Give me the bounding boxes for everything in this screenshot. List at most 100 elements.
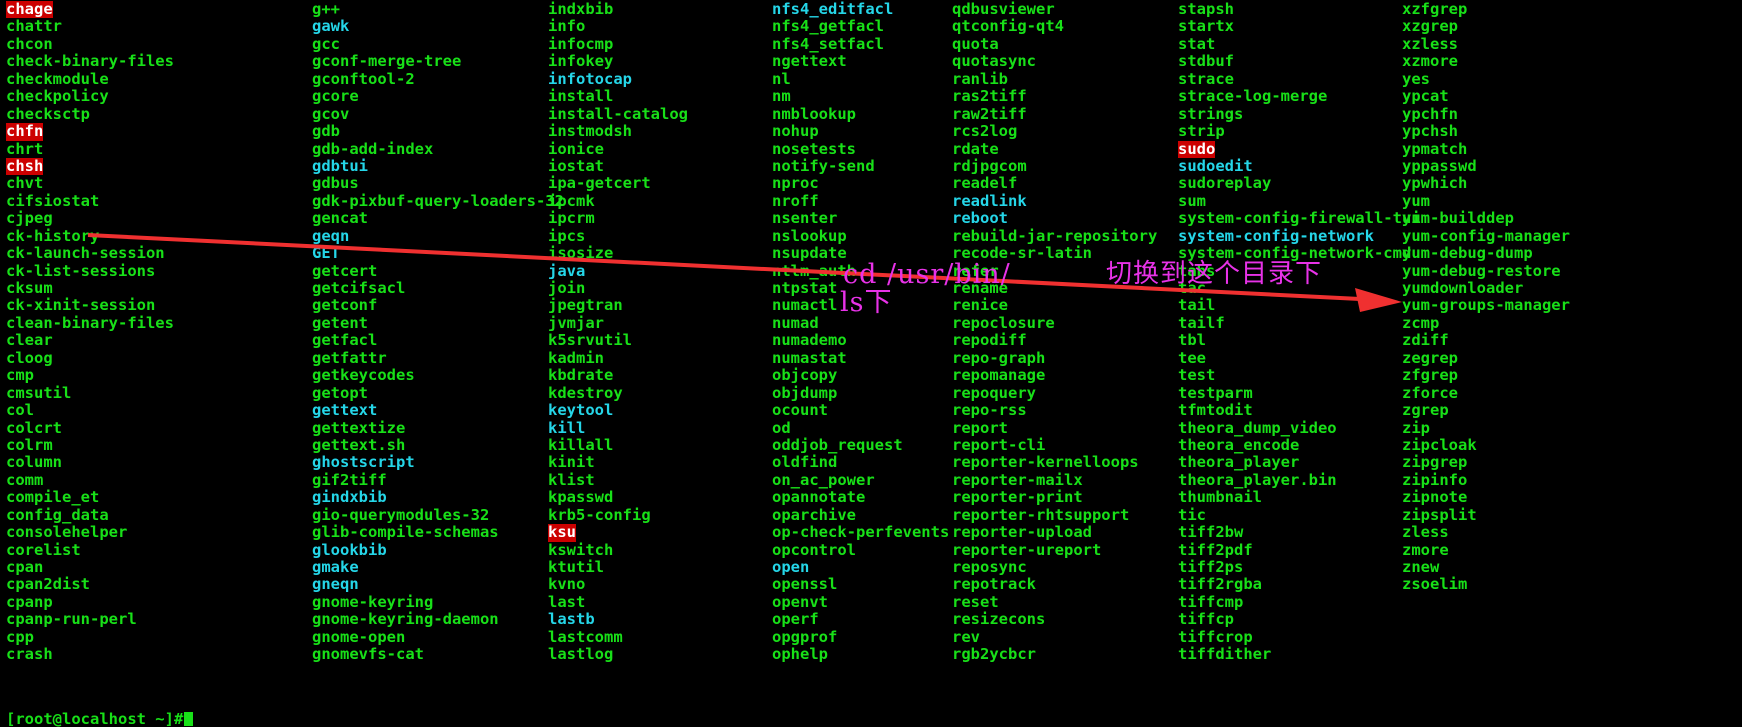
- file-entry: getfattr: [312, 348, 387, 367]
- file-entry: tiffcrop: [1178, 627, 1253, 646]
- file-entry: zipnote: [1402, 488, 1468, 507]
- file-entry: ranlib: [952, 69, 1008, 88]
- file-entry: repo-rss: [952, 401, 1027, 420]
- file-entry: yes: [1402, 69, 1430, 88]
- file-entry: operf: [772, 610, 819, 629]
- file-entry: yum-builddep: [1402, 209, 1514, 228]
- file-entry: tic: [1178, 505, 1206, 524]
- file-entry: repotrack: [952, 575, 1036, 594]
- file-entry: nfs4_setfacl: [772, 34, 884, 53]
- file-entry: gencat: [312, 209, 368, 228]
- shell-prompt-line: [root@localhost ~]#: [6, 711, 194, 727]
- file-entry: nfs4_getfacl: [772, 17, 884, 36]
- file-entry: testparm: [1178, 383, 1253, 402]
- file-entry: reposync: [952, 558, 1027, 576]
- file-entry: colcrt: [6, 418, 62, 437]
- file-entry: reporter-upload: [952, 523, 1092, 542]
- file-entry: tabs: [1178, 261, 1216, 280]
- file-entry: ntlm_auth: [772, 261, 856, 280]
- file-entry: gcc: [312, 34, 340, 53]
- file-entry: getent: [312, 313, 368, 332]
- file-entry: rdate: [952, 139, 999, 158]
- file-entry: isosize: [548, 244, 614, 263]
- file-entry: chage: [6, 0, 306, 19]
- file-entry: check-binary-files: [6, 52, 174, 71]
- file-entry: strip: [1178, 122, 1225, 141]
- file-entry: theora_player: [1178, 453, 1300, 472]
- file-entry: checkmodule: [6, 69, 109, 88]
- file-entry: od: [772, 418, 791, 437]
- file-entry: repo-graph: [952, 348, 1046, 367]
- file-entry: zsoelim: [1402, 575, 1468, 594]
- file-entry: ktutil: [548, 558, 604, 576]
- file-entry: info: [548, 17, 586, 36]
- file-entry: rebuild-jar-repository: [952, 226, 1158, 245]
- file-entry: renice: [952, 296, 1008, 315]
- file-entry: resizecons: [952, 610, 1046, 629]
- file-entry: reporter-print: [952, 488, 1083, 507]
- file-listing-columns: chage chattr chcon check-binary-files checkm…: [0, 0, 1742, 664]
- file-entry-setuid: sudo: [1178, 139, 1216, 158]
- file-entry: tee: [1178, 348, 1206, 367]
- file-entry: infocmp: [548, 34, 614, 53]
- file-entry: nm: [772, 87, 791, 106]
- file-entry-symlink: gneqn: [312, 575, 359, 594]
- file-entry: nproc: [772, 174, 819, 193]
- file-entry: chfn: [6, 122, 306, 141]
- file-entry: gcore: [312, 87, 359, 106]
- file-entry: klist: [548, 470, 595, 489]
- file-entry: chcon: [6, 34, 53, 53]
- file-entry: chattr: [6, 17, 62, 36]
- file-entry: indxbib: [548, 0, 614, 18]
- file-entry: tiff2pdf: [1178, 540, 1253, 559]
- file-entry: openssl: [772, 575, 838, 594]
- file-entry: getopt: [312, 383, 368, 402]
- file-entry: nl: [772, 69, 791, 88]
- file-entry: test: [1178, 366, 1216, 385]
- file-entry-setuid: chage: [6, 0, 53, 19]
- file-entry: zless: [1402, 523, 1449, 542]
- file-entry: gif2tiff: [312, 470, 387, 489]
- file-entry: strace-log-merge: [1178, 87, 1328, 106]
- file-entry: xzgrep: [1402, 17, 1458, 36]
- file-entry: report: [952, 418, 1008, 437]
- file-entry: reporter-rhtsupport: [952, 505, 1130, 524]
- file-entry: gnome-keyring-daemon: [312, 610, 499, 629]
- file-entry: install: [548, 87, 614, 106]
- file-entry: reporter-mailx: [952, 470, 1083, 489]
- file-entry: ipcrm: [548, 209, 595, 228]
- file-entry: numademo: [772, 331, 847, 350]
- file-entry: cmsutil: [6, 383, 72, 402]
- file-entry: cpan: [6, 558, 44, 576]
- file-entry: report-cli: [952, 435, 1046, 454]
- file-entry: crash: [6, 645, 53, 664]
- file-entry-setuid: ksu: [548, 523, 576, 542]
- terminal-window[interactable]: chage chattr chcon check-binary-files checkm…: [0, 0, 1742, 727]
- file-entry: compile_et: [6, 488, 100, 507]
- file-entry: xzfgrep: [1402, 0, 1468, 18]
- file-entry: strace: [1178, 69, 1234, 88]
- file-entry: nohup: [772, 122, 819, 141]
- file-entry: iostat: [548, 156, 604, 175]
- file-entry: getcifsacl: [312, 279, 406, 297]
- file-entry: rcs2log: [952, 122, 1018, 141]
- file-entry: yumdownloader: [1402, 279, 1524, 297]
- file-entry-symlink: gdbtui: [312, 156, 368, 175]
- file-entry: gio-querymodules-32: [312, 505, 490, 524]
- file-entry: gnomevfs-cat: [312, 645, 424, 664]
- file-entry: sudo: [1178, 139, 1396, 158]
- column-4: nfs4_editfacl nfs4_getfacl nfs4_setfacl nge…: [766, 0, 949, 664]
- file-entry: rgb2ycbcr: [952, 645, 1036, 664]
- file-entry: yum-debug-dump: [1402, 244, 1533, 263]
- file-entry: cpanp: [6, 592, 53, 611]
- file-entry: qdbusviewer: [952, 0, 1055, 18]
- file-entry: ypwhich: [1402, 174, 1468, 193]
- file-entry: numastat: [772, 348, 847, 367]
- file-entry: stapsh: [1178, 0, 1234, 18]
- file-entry: zfgrep: [1402, 366, 1458, 385]
- file-entry: ras2tiff: [952, 87, 1027, 106]
- file-entry: gcov: [312, 104, 350, 123]
- file-entry-symlink: lastb: [548, 610, 595, 629]
- file-entry: notify-send: [772, 156, 875, 175]
- file-entry: nsupdate: [772, 244, 847, 263]
